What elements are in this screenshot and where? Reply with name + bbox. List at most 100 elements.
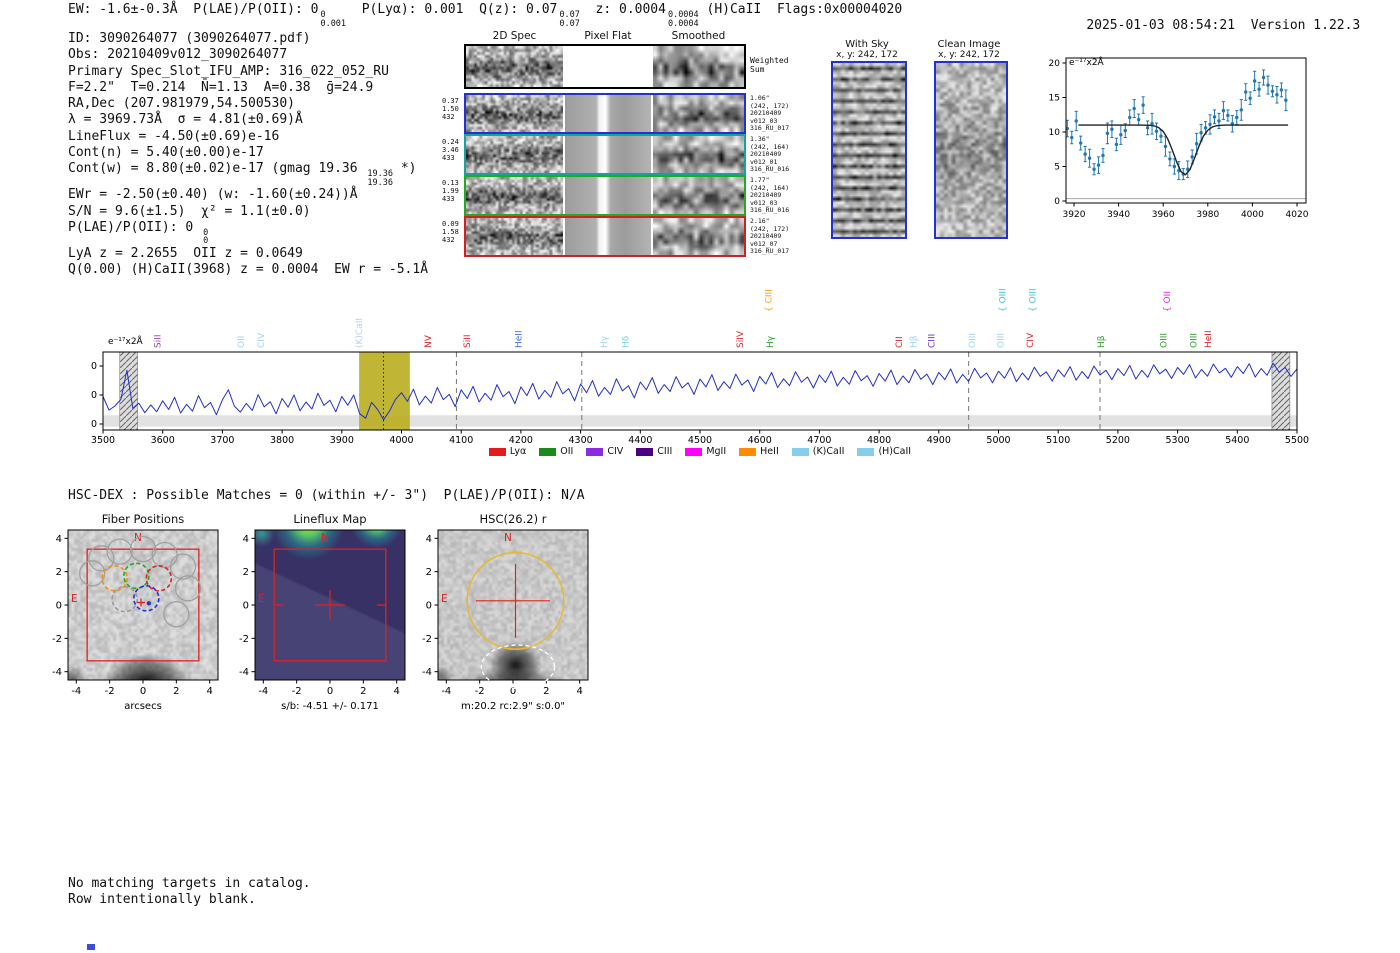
flux-units-annotation: e⁻¹⁷x2Å: [1069, 56, 1105, 68]
x-tick-label: 3700: [210, 435, 234, 446]
legend-label: MgII: [706, 446, 727, 457]
data-point: [1212, 115, 1217, 119]
row-weight-labels: 0.37 1.50 432: [442, 97, 462, 121]
twod-spec-row: [464, 44, 746, 89]
y-tick-label: 0: [91, 419, 97, 430]
x-tick-label: 4200: [509, 435, 533, 446]
y-tick-label: 4: [56, 534, 62, 545]
row-weight-value: 3.46: [442, 146, 459, 154]
x-tick-label: 4020: [1286, 210, 1309, 220]
text-segment: P(LAE)/P(OII): 0: [68, 219, 202, 235]
panel-xlabel: arcsecs: [124, 701, 162, 712]
report-version: Version 1.22.3: [1250, 18, 1361, 34]
text-segment: (H)CaII Flags:0x00004020: [698, 2, 903, 17]
data-point: [1083, 152, 1087, 156]
with-sky-canvas: [833, 63, 905, 237]
stacked-value: 0 0.001: [320, 11, 346, 28]
north-label: N: [321, 532, 329, 544]
data-point: [1226, 113, 1230, 118]
x-tick-label: 4400: [628, 435, 652, 446]
x-tick-label: 4900: [927, 435, 951, 446]
panel-xlabel: s/b: -4.51 +/- 0.171: [281, 701, 379, 712]
emission-line-label: NV: [424, 334, 434, 348]
data-point: [1279, 88, 1284, 92]
x-tick-label: -2: [292, 686, 302, 697]
info-line: S/N = 9.6(±1.5) χ² = 1.1(±0.0): [68, 204, 428, 220]
info-line: F=2.2" T=0.214 N̄=1.13 A=0.38 ḡ=24.9: [68, 80, 428, 96]
y-tick-label: 20: [1049, 59, 1061, 69]
data-point: [1261, 75, 1266, 80]
row-weight-value: 1.99: [442, 187, 459, 195]
smoothed-cell: [653, 46, 744, 87]
hsc-dex-matches-line: HSC-DEX : Possible Matches = 0 (within +…: [68, 488, 585, 503]
data-point: [1275, 93, 1279, 97]
x-tick-label: 5200: [1106, 435, 1130, 446]
header-summary: EW: -1.6±-0.3Å P(LAE)/P(OII): 0 0 0.001 P(…: [68, 2, 902, 28]
x-tick-label: 5100: [1046, 435, 1070, 446]
x-tick-label: 4000: [1241, 210, 1264, 220]
x-tick-label: 0: [140, 686, 146, 697]
data-point: [1087, 156, 1092, 160]
y-tick-label: 15: [1049, 94, 1060, 104]
x-tick-label: 4600: [748, 435, 772, 446]
info-line: λ = 3969.73Å σ = 4.81(±0.69)Å: [68, 112, 428, 128]
info-line: P(LAE)/P(OII): 0 00: [68, 220, 428, 246]
emission-line-label: SiII: [153, 334, 163, 348]
emission-line-label: { OIII: [1029, 288, 1039, 312]
with-sky-coords: x, y: 242, 172: [836, 50, 898, 60]
stacked-sub: 19.36: [367, 177, 394, 188]
page-corner-mark: [87, 944, 95, 950]
legend-item: CIV: [586, 446, 623, 457]
smoothed-cell: [653, 177, 744, 214]
emission-line-label: Hβ: [1097, 335, 1107, 348]
data-point: [1096, 163, 1101, 167]
data-point: [1217, 119, 1221, 123]
stacked-sub: 0: [203, 236, 209, 247]
report-datetime: 2025-01-03 08:54:21: [1086, 18, 1236, 34]
spectrum-legend: Lyα OII CIV CIII MgII HeII (K)CaII (H)CaII: [95, 446, 1305, 457]
x-tick-label: 3500: [91, 435, 115, 446]
data-point: [1154, 129, 1159, 134]
info-line: RA,Dec (207.981979,54.500530): [68, 96, 428, 112]
row-weight-value: 0.37: [442, 97, 459, 105]
emission-line-label: CIII: [928, 334, 938, 348]
row-weight-value: 0.24: [442, 138, 459, 146]
emission-line-label: { OII: [1163, 291, 1173, 312]
smoothed-cell: [653, 218, 744, 255]
legend-item: OII: [539, 446, 573, 457]
data-point: [1145, 126, 1150, 130]
y-tick-label: 2: [243, 567, 249, 578]
y-tick-label: 0: [426, 601, 432, 612]
legend-swatch: [539, 447, 557, 456]
spec-strip-canvas: [466, 218, 563, 255]
stacked-value: 0.07 0.07: [559, 11, 579, 28]
row-weight-value: 0.09: [442, 220, 459, 228]
data-point: [1190, 155, 1194, 159]
data-point: [1092, 167, 1096, 171]
legend-label: CIV: [607, 446, 624, 457]
data-point: [1159, 134, 1163, 138]
twod-spec-cell: [466, 46, 563, 87]
twod-spec-cell: [466, 177, 563, 214]
data-point: [1257, 87, 1261, 91]
error-band: [103, 415, 1297, 427]
fiber-circle: [169, 553, 197, 580]
twod-spec-cell: [466, 136, 563, 173]
x-tick-label: 3980: [1196, 210, 1219, 220]
spec-strip-canvas: [653, 95, 744, 132]
legend-item: (K)CaII: [791, 446, 844, 457]
emission-line-label: HeII: [515, 330, 525, 348]
stacked-value: 19.36 19.36: [367, 170, 393, 187]
panel-xlabel: m:20.2 rc:2.9" s:0.0": [461, 701, 565, 712]
emission-line-label: OIII: [1159, 333, 1169, 348]
row-fiber-labels: 2.16" (242, 172) 20210409 v012_07 316_RU_017: [750, 217, 798, 256]
selected-fiber-circle: [133, 585, 160, 612]
emission-line-label: Hδ: [621, 335, 631, 348]
x-tick-label: 3600: [151, 435, 175, 446]
twod-spec-cell: [466, 95, 563, 132]
emission-line-label: HeII: [1204, 330, 1214, 348]
emission-line-label: CII: [895, 336, 905, 348]
fiber-circle: [163, 601, 190, 628]
legend-swatch: [685, 447, 703, 456]
emission-line-label: OIII: [1190, 333, 1200, 348]
